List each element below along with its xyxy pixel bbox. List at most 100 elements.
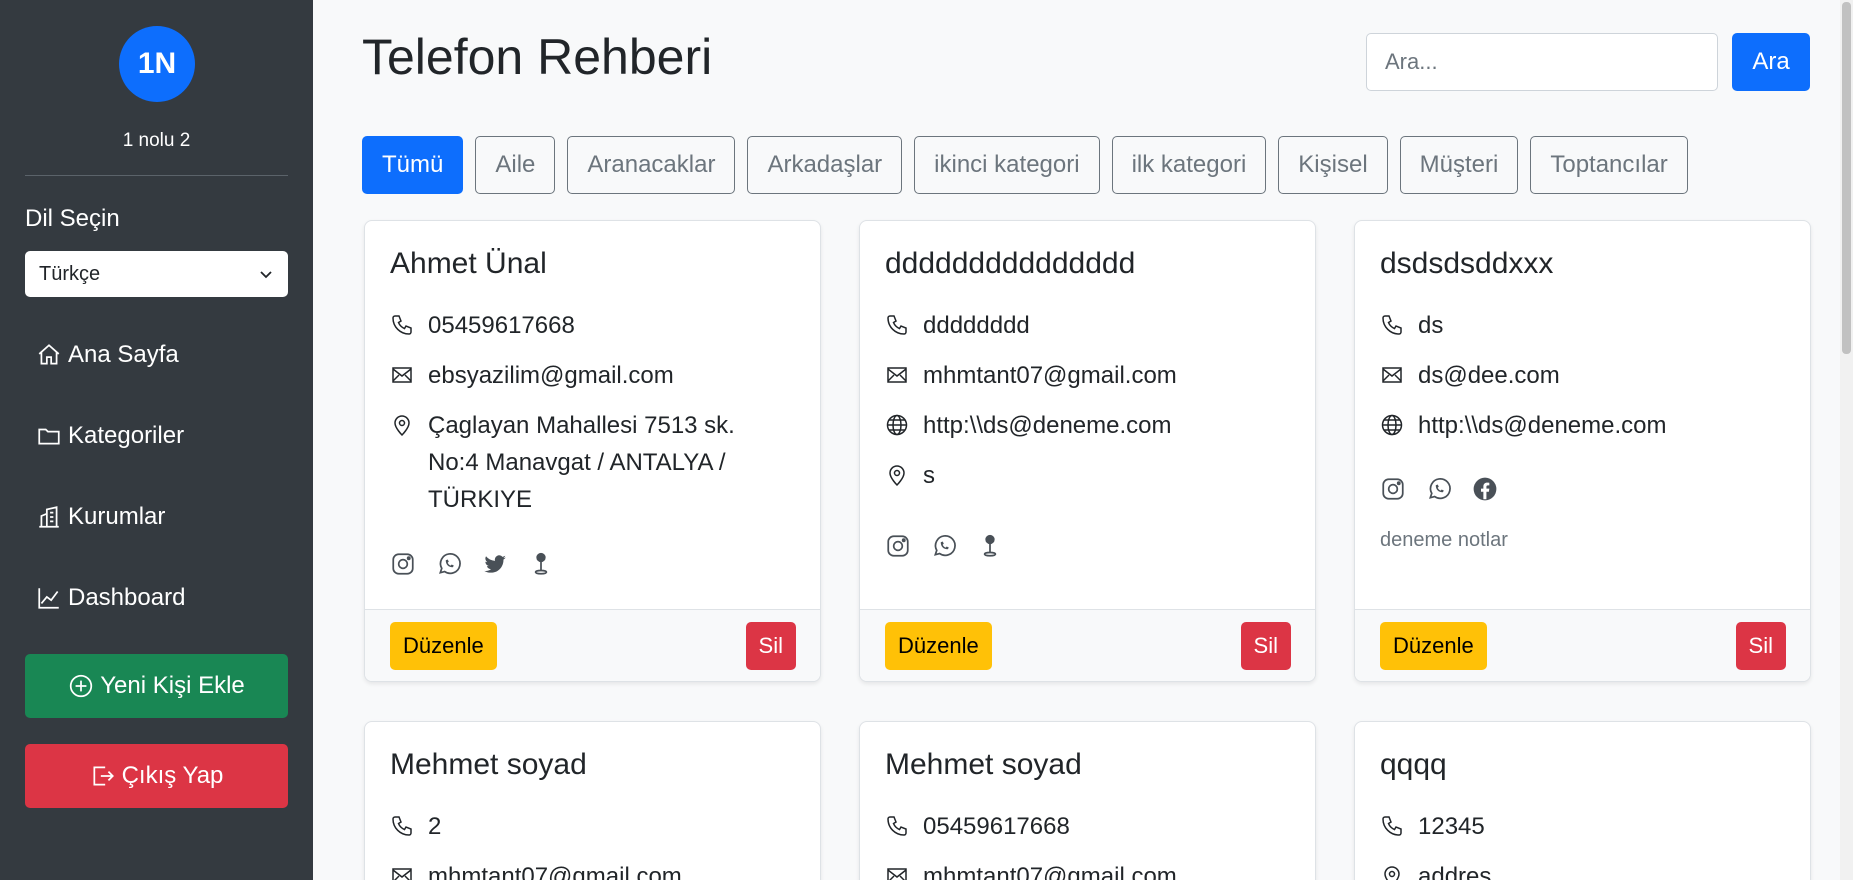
house-icon [38,344,60,365]
contact-card: Mehmet soyad 2 mhmtant07@gmail.com [364,721,821,880]
contact-address: s [923,462,935,489]
filter-musteri[interactable]: Müşteri [1399,136,1519,194]
contact-email: mhmtant07@gmail.com [923,863,1177,880]
phone-icon [887,315,907,335]
building-icon [39,506,59,528]
contact-name: Mehmet soyad [390,748,587,781]
language-label: Dil Seçin [25,205,120,232]
contact-phone-row: 05459617668 [885,808,1285,845]
delete-button[interactable]: Sil [745,622,796,670]
contact-email-row: ebsyazilim@gmail.com [390,357,790,394]
phone-icon [392,315,412,335]
filter-arkadaslar[interactable]: Arkadaşlar [747,136,903,194]
social-links [390,551,554,577]
page-title: Telefon Rehberi [362,29,713,85]
instagram-icon[interactable] [390,551,416,577]
filter-kisisel[interactable]: Kişisel [1278,136,1388,194]
avatar: 1N [119,26,195,102]
phone-icon [392,816,412,836]
envelope-icon [392,868,412,880]
nav-item-kurumlar[interactable]: Kurumlar [36,497,165,537]
contact-email: mhmtant07@gmail.com [428,863,682,880]
chevron-down-icon [260,271,272,279]
instagram-icon[interactable] [1380,476,1406,502]
contact-website-row: http:\\ds@deneme.com [1380,407,1780,444]
add-contact-button[interactable]: Yeni Kişi Ekle [25,654,288,718]
map-pin-icon[interactable] [977,533,1003,559]
contact-email-row: mhmtant07@gmail.com [885,858,1285,880]
social-links [1380,476,1498,502]
sidebar: 1N 1 nolu 2 Dil Seçin Türkçe Ana Sayfa K… [0,0,313,880]
contact-email-row: mhmtant07@gmail.com [885,357,1285,394]
contact-name: Mehmet soyad [885,748,1082,781]
nav-item-dashboard[interactable]: Dashboard [36,578,185,618]
card-footer: Düzenle Sil [860,609,1315,681]
envelope-icon [1382,367,1402,383]
edit-button[interactable]: Düzenle [390,622,497,670]
contact-address-row: addres [1380,858,1780,880]
contact-card: ddddddddddddddd dddddddd mhmtant07@gmail… [859,220,1316,682]
contact-address-row: Çaglayan Mahallesi 7513 sk. No:4 Manavga… [390,407,790,518]
phone-icon [887,816,907,836]
logout-icon [93,766,114,786]
contact-card: qqqq 12345 addres [1354,721,1811,880]
category-filters: Tümü Aile Aranacaklar Arkadaşlar ikinci … [362,136,1688,194]
globe-icon [886,414,908,436]
contact-website[interactable]: http:\\ds@deneme.com [923,407,1171,444]
instagram-icon[interactable] [885,533,911,559]
nav-item-kategoriler[interactable]: Kategoriler [36,416,184,456]
contact-address: Çaglayan Mahallesi 7513 sk. No:4 Manavga… [428,407,735,518]
contact-phone: dddddddd [923,312,1030,339]
whatsapp-icon[interactable] [1426,476,1452,502]
contact-phone: 05459617668 [428,312,575,339]
contact-phone-row: 05459617668 [390,307,790,344]
delete-button[interactable]: Sil [1735,622,1786,670]
search-button[interactable]: Ara [1732,33,1810,91]
filter-ilk-kategori[interactable]: ilk kategori [1111,136,1267,194]
filter-tumu[interactable]: Tümü [362,136,464,194]
social-links [885,533,1003,559]
user-name: 1 nolu 2 [122,130,191,151]
contact-phone-row: ds [1380,307,1780,344]
card-footer: Düzenle Sil [1355,609,1810,681]
map-pin-icon[interactable] [528,551,554,577]
folder-icon [38,428,60,445]
scrollbar-thumb[interactable] [1842,2,1851,354]
edit-button[interactable]: Düzenle [885,622,992,670]
contact-phone: 12345 [1418,813,1485,840]
plus-circle-icon [70,674,93,698]
contact-email-row: ds@dee.com [1380,357,1780,394]
address-line: No:4 Manavgat / ANTALYA / [428,449,726,476]
divider [25,175,288,176]
edit-button[interactable]: Düzenle [1380,622,1487,670]
contact-name: dsdsdsddxxx [1380,247,1554,280]
filter-aranacaklar[interactable]: Aranacaklar [567,136,736,194]
nav-label: Dashboard [68,584,186,611]
logout-button[interactable]: Çıkış Yap [25,744,288,808]
filter-ikinci-kategori[interactable]: ikinci kategori [914,136,1100,194]
contact-card: Mehmet soyad 05459617668 mhmtant07@gmail… [859,721,1316,880]
envelope-icon [392,367,412,383]
whatsapp-icon[interactable] [436,551,462,577]
add-contact-label: Yeni Kişi Ekle [100,672,245,699]
delete-button[interactable]: Sil [1240,622,1291,670]
nav-item-ana-sayfa[interactable]: Ana Sayfa [36,335,179,375]
contact-phone-row: 12345 [1380,808,1780,845]
contact-website[interactable]: http:\\ds@deneme.com [1418,407,1666,444]
contact-email: ds@dee.com [1418,362,1560,389]
scrollbar[interactable] [1840,0,1853,880]
contact-address: addres [1418,863,1492,880]
filter-toptancilar[interactable]: Toptancılar [1530,136,1688,194]
whatsapp-icon[interactable] [931,533,957,559]
phone-icon [1382,816,1402,836]
search-input[interactable] [1366,33,1718,91]
filter-aile[interactable]: Aile [475,136,556,194]
location-pin-icon [889,465,905,487]
facebook-icon[interactable] [1472,476,1498,502]
language-select[interactable]: Türkçe [25,251,288,297]
contact-name: ddddddddddddddd [885,247,1136,280]
envelope-icon [887,868,907,880]
phone-icon [1382,315,1402,335]
twitter-icon[interactable] [482,551,508,577]
contact-phone: 05459617668 [923,813,1070,840]
